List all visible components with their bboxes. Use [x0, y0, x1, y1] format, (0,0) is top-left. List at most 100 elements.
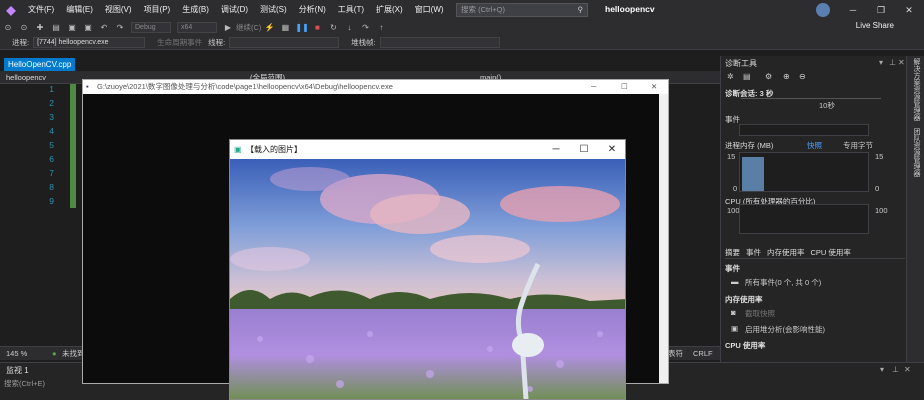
restart-icon[interactable]: ↻ — [327, 22, 339, 34]
live-share-button[interactable]: Live Share — [856, 21, 894, 30]
continue-button[interactable]: 继续(C) — [236, 22, 261, 33]
snapshot-legend: 快照 — [807, 141, 822, 150]
image-window-title-text: 【载入的图片】 — [246, 145, 302, 154]
maximize-icon[interactable]: ☐ — [621, 80, 628, 94]
minimize-icon[interactable]: ─ — [542, 140, 570, 159]
zoom-in-icon[interactable]: ⊕ — [783, 72, 790, 81]
account-avatar[interactable] — [816, 3, 830, 17]
solution-explorer-tab[interactable]: 解决方案资源管理器 — [911, 58, 921, 121]
menu-project[interactable]: 项目(P) — [138, 0, 177, 20]
lifecycle-events-button[interactable]: 生命周期事件 — [145, 37, 206, 48]
step-into-icon[interactable]: ↓ — [343, 22, 355, 34]
close-icon[interactable]: ✕ — [896, 0, 922, 20]
step-out-icon[interactable]: ↑ — [375, 22, 387, 34]
menu-file[interactable]: 文件(F) — [22, 0, 60, 20]
cpu-axis-max-right: 100 — [875, 206, 888, 215]
menu-window[interactable]: 窗口(W) — [409, 0, 450, 20]
undo-icon[interactable]: ↶ — [98, 22, 110, 34]
process-select[interactable]: [7744] helloopencv.exe — [33, 36, 146, 48]
step-over-icon[interactable]: ↷ — [359, 22, 371, 34]
menu-test[interactable]: 测试(S) — [254, 0, 293, 20]
open-icon[interactable]: ▤ — [50, 22, 62, 34]
visual-studio-window: ◆ 文件(F) 编辑(E) 视图(V) 项目(P) 生成(B) 调试(D) 测试… — [0, 0, 924, 400]
export-icon[interactable]: ▤ — [743, 72, 751, 81]
line-number: 2 — [49, 98, 54, 108]
tab-events[interactable]: 事件 — [746, 247, 761, 258]
heap-icon: ▣ — [731, 324, 739, 333]
restore-icon[interactable]: ❐ — [868, 0, 894, 20]
settings-icon[interactable]: ✲ — [727, 72, 734, 81]
memory-label: 进程内存 (MB) — [725, 141, 774, 150]
line-number: 1 — [49, 84, 54, 94]
watch-search-input[interactable]: 搜索(Ctrl+E) — [4, 378, 78, 389]
tab-mode[interactable]: 表符 — [668, 347, 683, 360]
check-icon: ● — [52, 349, 57, 358]
diagnostic-tools-panel: 诊断工具 ▾ ⊥ ✕ ✲ ▤ ⚙ ⊕ ⊖ 诊断会话: 3 秒 10秒 事件 进程… — [720, 56, 906, 362]
redo-icon[interactable]: ↷ — [114, 22, 126, 34]
stackframe-select[interactable] — [379, 36, 500, 48]
tab-hello-opencv-cpp[interactable]: HelloOpenCV.cpp — [4, 58, 76, 71]
forward-icon[interactable]: ⊙ — [18, 22, 30, 34]
take-snapshot-button[interactable]: 截取快照 — [745, 308, 775, 319]
pin-icon[interactable]: ⊥ — [892, 365, 899, 374]
camera-icon[interactable]: ▦ — [279, 22, 291, 34]
memory-chart — [739, 152, 869, 192]
watch-panel-title: 监视 1 — [6, 366, 29, 375]
zoom-out-icon[interactable]: ⊖ — [799, 72, 806, 81]
all-events-link[interactable]: 所有事件(0 个, 共 0 个) — [745, 277, 821, 288]
thread-select[interactable] — [229, 36, 340, 48]
events-icon: ▬ — [731, 277, 739, 286]
save-all-icon[interactable]: ▣ — [82, 22, 94, 34]
line-number: 7 — [49, 168, 54, 178]
menu-tools[interactable]: 工具(T) — [332, 0, 370, 20]
minimize-icon[interactable]: ─ — [591, 80, 596, 94]
new-project-icon[interactable]: ✚ — [34, 22, 46, 34]
team-explorer-tab[interactable]: 团队资源管理器 — [911, 128, 921, 177]
panel-close-icon[interactable]: ✕ — [904, 365, 911, 374]
project-nav-select[interactable]: helloopencv — [6, 73, 46, 82]
menu-view[interactable]: 视图(V) — [99, 0, 138, 20]
menu-debug[interactable]: 调试(D) — [215, 0, 254, 20]
select-tools-icon[interactable]: ⚙ — [765, 72, 772, 81]
stop-icon[interactable]: ■ — [311, 22, 323, 34]
menu-analyze[interactable]: 分析(N) — [293, 0, 332, 20]
timeline-10s: 10秒 — [819, 101, 835, 110]
maximize-icon[interactable]: ☐ — [570, 140, 598, 159]
line-ending[interactable]: CRLF — [693, 347, 713, 360]
cpu-chart — [739, 204, 869, 234]
stackframe-label: 堆栈帧: — [351, 37, 376, 47]
app-title: helloopencv — [605, 4, 655, 14]
heap-profiling-button[interactable]: 启用堆分析(会影响性能) — [745, 324, 825, 335]
tab-cpu[interactable]: CPU 使用率 — [811, 247, 851, 258]
menu-build[interactable]: 生成(B) — [176, 0, 215, 20]
platform-select[interactable]: x64 — [177, 22, 217, 33]
cpu-axis-max-left: 100 — [727, 206, 740, 215]
dropdown-icon[interactable]: ▾ — [880, 365, 884, 374]
close-icon[interactable]: ✕ — [598, 140, 625, 159]
line-number: 6 — [49, 154, 54, 164]
close-icon[interactable]: ✕ — [651, 80, 657, 94]
dropdown-icon[interactable]: ▾ — [879, 58, 883, 67]
image-window[interactable]: ▣ 【载入的图片】 ─ ☐ ✕ — [229, 139, 626, 400]
back-icon[interactable]: ⊙ — [2, 22, 14, 34]
configuration-select[interactable]: Debug — [131, 22, 171, 33]
tab-memory[interactable]: 内存使用率 — [767, 247, 805, 258]
memory-usage-fill — [742, 156, 764, 191]
console-scrollbar[interactable] — [659, 94, 668, 383]
tab-summary[interactable]: 摘要 — [725, 247, 740, 258]
minimize-icon[interactable]: ─ — [840, 0, 866, 20]
diag-tabs: 摘要 事件 内存使用率 CPU 使用率 — [725, 247, 905, 259]
thread-label: 线程: — [208, 37, 226, 47]
pin-icon[interactable]: ⊥ — [889, 58, 896, 67]
search-placeholder: 搜索 (Ctrl+Q) — [461, 5, 505, 14]
pause-icon[interactable]: ❚❚ — [295, 22, 308, 34]
hot-reload-icon[interactable]: ⚡ — [263, 22, 275, 34]
play-icon[interactable]: ▶ — [222, 22, 234, 34]
menu-extensions[interactable]: 扩展(X) — [370, 0, 409, 20]
menu-edit[interactable]: 编辑(E) — [60, 0, 99, 20]
search-input[interactable]: 搜索 (Ctrl+Q) ⚲ — [456, 3, 588, 17]
zoom-level[interactable]: 145 % — [6, 347, 27, 360]
save-icon[interactable]: ▣ — [66, 22, 78, 34]
close-icon[interactable]: ✕ — [898, 58, 905, 67]
change-indicator — [70, 84, 76, 208]
